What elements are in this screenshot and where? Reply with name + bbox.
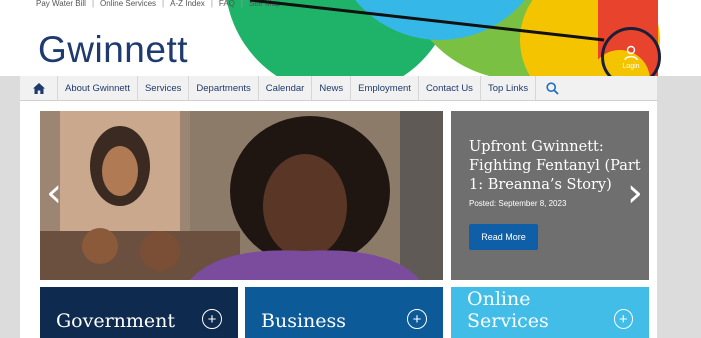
plus-circle-icon: +	[407, 309, 427, 329]
login-label: Login	[622, 62, 640, 70]
slider-prev-arrow[interactable]: ‹	[46, 173, 62, 213]
nav-calendar[interactable]: Calendar	[259, 75, 313, 101]
tile-government-label: Government	[56, 310, 176, 332]
main-content: ‹ Upfront Gwinnett: Fighting Fentanyl (P…	[20, 101, 657, 338]
nav-about-gwinnett[interactable]: About Gwinnett	[58, 75, 138, 101]
nav-contact-us[interactable]: Contact Us	[419, 75, 481, 101]
user-icon	[624, 45, 638, 60]
slide-caption-panel: Upfront Gwinnett: Fighting Fentanyl (Par…	[451, 111, 649, 280]
tile-government[interactable]: Government +	[40, 287, 238, 338]
plus-circle-icon: +	[202, 309, 222, 329]
nav-services[interactable]: Services	[138, 75, 190, 101]
tile-business[interactable]: Business +	[245, 287, 443, 338]
search-icon	[546, 81, 559, 95]
tile-online-services[interactable]: Online Services +	[451, 287, 649, 338]
nav-search[interactable]	[536, 76, 569, 101]
slide-title[interactable]: Upfront Gwinnett: Fighting Fentanyl (Par…	[469, 138, 649, 195]
nav-home[interactable]	[20, 75, 58, 101]
nav-top-links[interactable]: Top Links	[481, 75, 537, 101]
login-button[interactable]: Login	[608, 36, 654, 78]
tile-online-services-label: Online Services	[467, 288, 549, 332]
nav-departments[interactable]: Departments	[189, 75, 259, 101]
home-icon	[32, 82, 45, 94]
nav-news[interactable]: News	[312, 75, 352, 101]
plus-circle-icon: +	[613, 309, 633, 329]
slide-posted-date: Posted: September 8, 2023	[469, 199, 567, 208]
annotation-line	[249, 0, 605, 42]
read-more-button[interactable]: Read More	[469, 224, 538, 250]
hero-image: ‹	[40, 111, 443, 280]
slider-next-arrow[interactable]: ›	[627, 173, 643, 213]
main-nav: About Gwinnett Services Departments Cale…	[20, 75, 657, 101]
tile-business-label: Business	[261, 310, 347, 332]
nav-employment[interactable]: Employment	[351, 75, 419, 101]
hero-photo	[40, 111, 443, 280]
